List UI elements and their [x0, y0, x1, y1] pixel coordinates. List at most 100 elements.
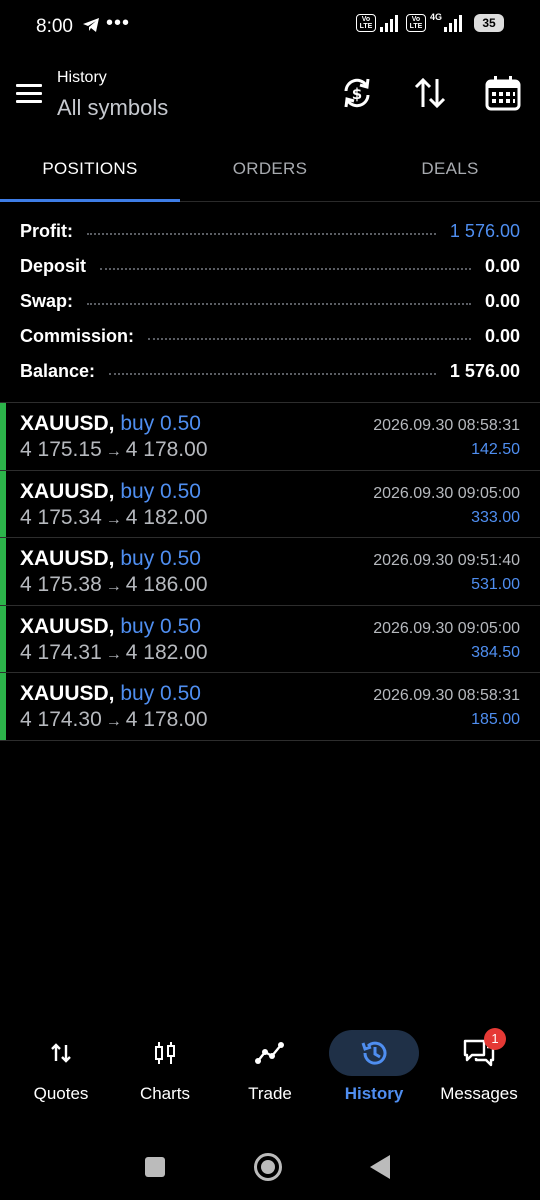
- summary-value: 0.00: [484, 291, 520, 311]
- position-row[interactable]: XAUUSD, buy 0.50 4 174.30 → 4 178.00 2026.…: [0, 673, 540, 741]
- back-button[interactable]: [370, 1155, 390, 1179]
- network-type: 4G: [429, 12, 442, 22]
- nav-trade[interactable]: Trade: [225, 1030, 315, 1104]
- position-profit: 185.00: [471, 711, 520, 728]
- tab-orders[interactable]: ORDERS: [180, 144, 360, 202]
- calendar-icon[interactable]: [484, 74, 522, 112]
- position-time: 2026.09.30 08:58:31: [373, 687, 520, 704]
- status-bar: 8:00 ••• Vo LTE Vo LTE 4G 35: [0, 0, 540, 52]
- home-button[interactable]: [254, 1153, 282, 1181]
- page-title: History: [57, 69, 107, 86]
- position-time: 2026.09.30 09:05:00: [373, 484, 520, 502]
- recents-button[interactable]: [145, 1157, 165, 1177]
- position-row[interactable]: XAUUSD, buy 0.50 4 175.38 → 4 186.00 2026.…: [0, 538, 540, 606]
- active-tab-indicator: [0, 199, 180, 202]
- nav-charts[interactable]: Charts: [120, 1030, 210, 1104]
- nav-label: History: [344, 1084, 404, 1103]
- quotes-icon: [51, 1043, 71, 1063]
- leader-dots: [87, 302, 471, 305]
- buy-indicator: [0, 605, 6, 672]
- signal-icon: [379, 14, 398, 32]
- history-tabs: POSITIONS ORDERS DEALS: [0, 144, 540, 202]
- symbol-filter[interactable]: All symbols: [57, 95, 168, 121]
- unread-badge: 1: [484, 1028, 506, 1050]
- buy-indicator: [0, 673, 6, 740]
- position-time: 2026.09.30 09:05:00: [373, 619, 520, 637]
- position-prices: 4 175.38 → 4 186.00: [20, 573, 208, 596]
- position-profit: 384.50: [471, 643, 520, 661]
- summary-value: 1 576.00: [449, 361, 520, 381]
- position-symbol: XAUUSD, buy 0.50: [20, 479, 201, 503]
- charts-icon: [155, 1042, 175, 1064]
- position-symbol: XAUUSD, buy 0.50: [20, 547, 201, 570]
- position-type: buy 0.50: [120, 682, 201, 705]
- position-prices: 4 175.34 → 4 182.00: [20, 505, 208, 529]
- currency-exchange-icon[interactable]: $: [338, 74, 376, 112]
- position-row[interactable]: XAUUSD, buy 0.50 4 174.31 → 4 182.00 2026.…: [0, 605, 540, 673]
- nav-label: Charts: [139, 1084, 191, 1103]
- summary-label: Profit:: [20, 221, 73, 241]
- summary-row-profit: Profit: 1 576.00: [0, 214, 540, 249]
- status-more-dots: •••: [106, 12, 131, 34]
- nav-messages[interactable]: 1 Messages: [433, 1028, 525, 1104]
- position-type: buy 0.50: [120, 412, 201, 435]
- position-profit: 531.00: [471, 576, 520, 593]
- summary-label: Balance:: [20, 361, 96, 381]
- leader-dots: [100, 267, 471, 270]
- volte-icon: Vo LTE: [355, 14, 376, 32]
- nav-quotes[interactable]: Quotes: [16, 1030, 106, 1104]
- buy-indicator: [0, 403, 6, 470]
- nav-label: Quotes: [33, 1084, 89, 1103]
- position-prices: 4 175.15 → 4 178.00: [20, 438, 208, 461]
- position-type: buy 0.50: [120, 614, 201, 638]
- summary-value: 0.00: [484, 256, 520, 276]
- position-prices: 4 174.30 → 4 178.00: [20, 708, 208, 731]
- battery-icon: 35: [474, 14, 504, 32]
- leader-dots: [148, 337, 471, 340]
- tab-positions[interactable]: POSITIONS: [0, 144, 180, 202]
- summary-label: Commission:: [20, 326, 135, 346]
- summary-row-commission: Commission: 0.00: [0, 319, 540, 354]
- position-type: buy 0.50: [120, 479, 201, 503]
- leader-dots: [87, 232, 436, 235]
- status-time: 8:00: [36, 16, 73, 37]
- buy-indicator: [0, 538, 6, 605]
- position-symbol: XAUUSD, buy 0.50: [20, 412, 201, 435]
- position-row[interactable]: XAUUSD, buy 0.50 4 175.15 → 4 178.00 2026.…: [0, 403, 540, 471]
- history-icon: [361, 1041, 387, 1065]
- svg-text:$: $: [352, 85, 362, 103]
- position-time: 2026.09.30 09:51:40: [373, 552, 520, 569]
- buy-indicator: [0, 470, 6, 537]
- summary-label: Deposit: [20, 256, 87, 276]
- position-symbol: XAUUSD, buy 0.50: [20, 682, 201, 705]
- trade-icon: [255, 1042, 284, 1064]
- nav-history[interactable]: History: [329, 1030, 419, 1104]
- summary-value: 1 576.00: [449, 221, 520, 241]
- leader-dots: [109, 372, 436, 375]
- volte-icon-2: Vo LTE: [405, 14, 426, 32]
- nav-label: Trade: [248, 1084, 292, 1103]
- account-summary: Profit: 1 576.00 Deposit 0.00 Swap: 0.00…: [0, 214, 540, 389]
- position-symbol: XAUUSD, buy 0.50: [20, 614, 201, 638]
- bottom-nav: Quotes Charts Trade History 1 Messages: [0, 1028, 540, 1120]
- menu-icon[interactable]: [16, 84, 42, 104]
- summary-row-swap: Swap: 0.00: [0, 284, 540, 319]
- summary-label: Swap:: [20, 291, 74, 311]
- position-row[interactable]: XAUUSD, buy 0.50 4 175.34 → 4 182.00 2026.…: [0, 470, 540, 538]
- position-profit: 333.00: [471, 508, 520, 526]
- app-header: History All symbols $: [0, 52, 540, 144]
- summary-row-balance: Balance: 1 576.00: [0, 354, 540, 389]
- nav-label: Messages: [440, 1084, 518, 1103]
- position-profit: 142.50: [471, 441, 520, 458]
- position-prices: 4 174.31 → 4 182.00: [20, 640, 208, 664]
- sort-icon[interactable]: [411, 74, 449, 112]
- signal-icon-2: [444, 14, 462, 32]
- position-time: 2026.09.30 08:58:31: [373, 417, 520, 434]
- summary-value: 0.00: [484, 326, 520, 346]
- summary-row-deposit: Deposit 0.00: [0, 249, 540, 284]
- status-indicators: Vo LTE Vo LTE 4G 35: [355, 12, 504, 32]
- tab-deals[interactable]: DEALS: [360, 144, 540, 202]
- positions-list: XAUUSD, buy 0.50 4 175.15 → 4 178.00 2026.…: [0, 402, 540, 741]
- system-nav-bar: [0, 1140, 540, 1196]
- telegram-icon: [83, 18, 99, 32]
